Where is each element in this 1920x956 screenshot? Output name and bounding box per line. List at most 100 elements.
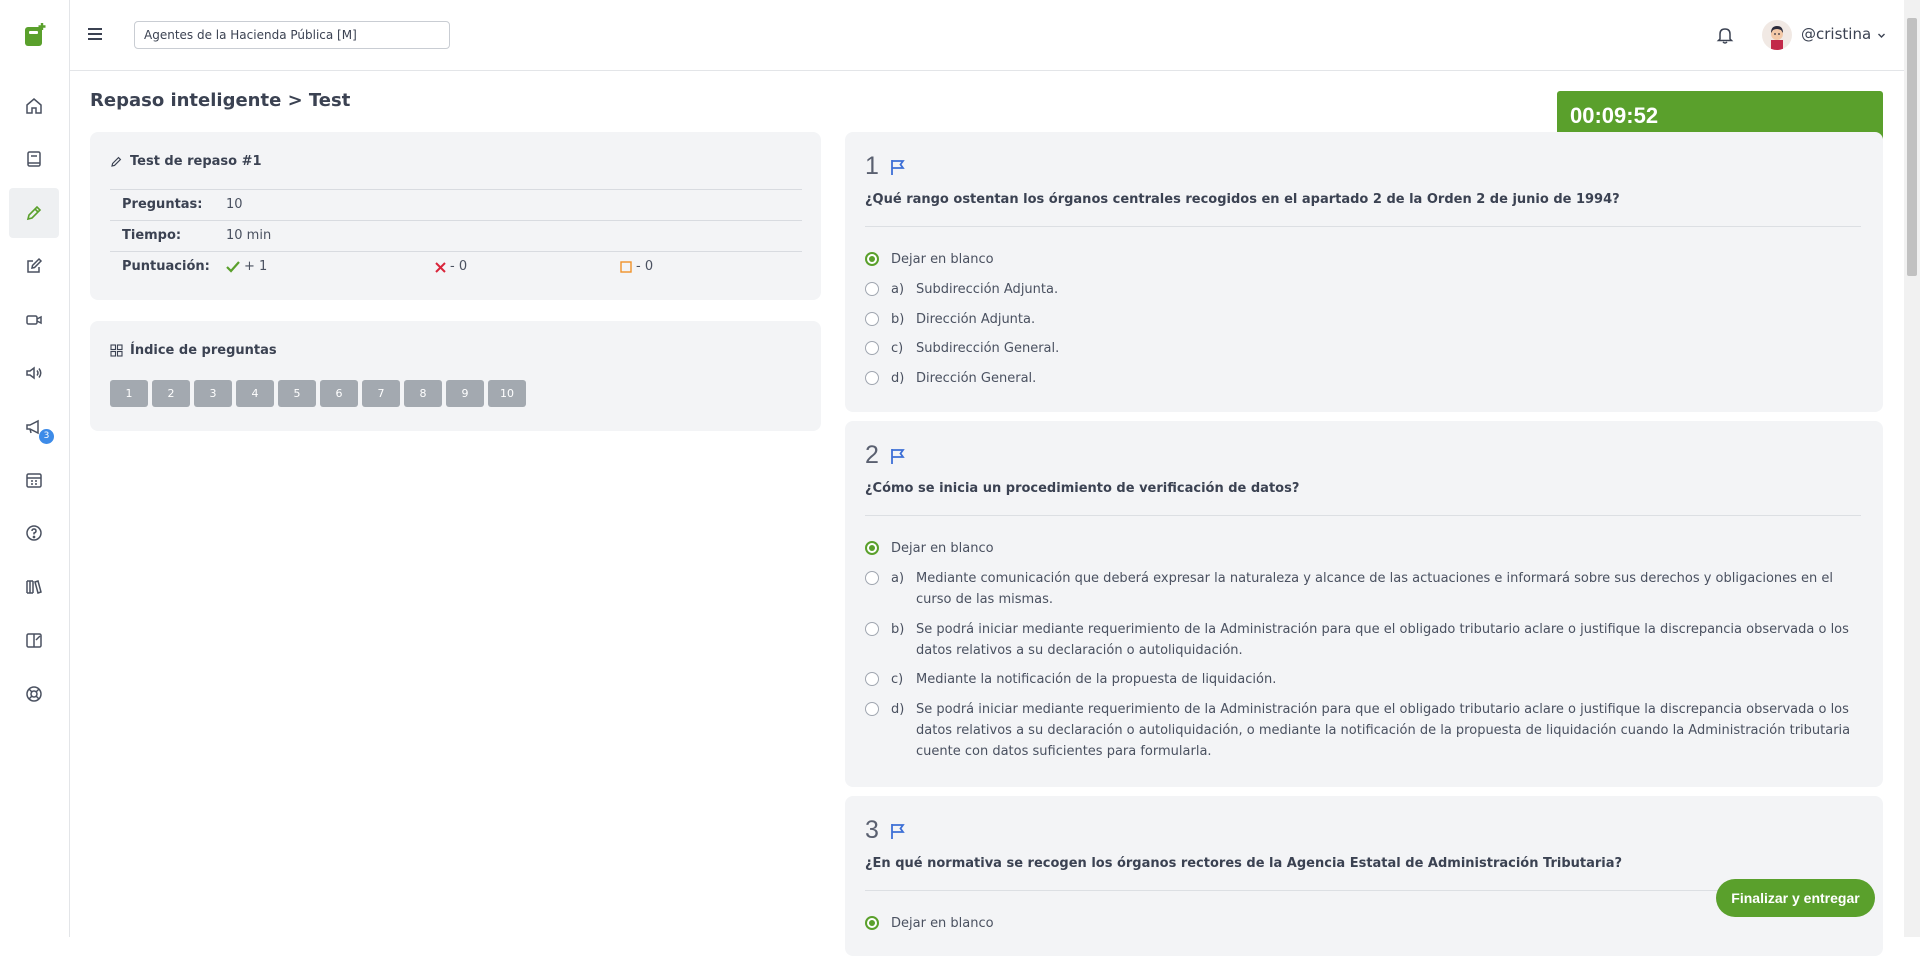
radio[interactable] xyxy=(865,571,879,585)
question-index-button[interactable]: 9 xyxy=(446,380,484,407)
sidebar-item-test[interactable] xyxy=(9,188,59,238)
question-index-button[interactable]: 5 xyxy=(278,380,316,407)
username[interactable]: @cristina xyxy=(1801,25,1871,43)
sidebar-item-materials[interactable] xyxy=(9,615,59,665)
time-value: 10 min xyxy=(226,228,272,243)
hamburger-menu-icon[interactable] xyxy=(84,23,106,45)
answer-option[interactable]: d) Dirección General. xyxy=(865,368,1860,389)
question-number-label: 2 xyxy=(865,441,879,469)
answer-option[interactable]: c) Subdirección General. xyxy=(865,338,1860,359)
answer-option-blank[interactable]: Dejar en blanco xyxy=(865,538,1860,559)
option-text: Dejar en blanco xyxy=(891,541,994,556)
option-letter: b) xyxy=(891,312,905,327)
answer-option[interactable]: a) Mediante comunicación que deberá expr… xyxy=(865,568,1860,610)
question-index-button[interactable]: 6 xyxy=(320,380,358,407)
flag-icon[interactable] xyxy=(889,447,907,465)
page-scrollbar[interactable] xyxy=(1904,0,1920,937)
questions-row: Preguntas: 10 xyxy=(110,189,802,220)
question-divider xyxy=(865,226,1861,227)
book-icon xyxy=(27,151,41,167)
page-title: Repaso inteligente > Test xyxy=(90,90,351,111)
score-blank-value: - 0 xyxy=(636,259,654,274)
option-letter: d) xyxy=(891,371,905,386)
radio[interactable] xyxy=(865,312,879,326)
radio-selected[interactable] xyxy=(865,252,879,266)
sidebar-item-home[interactable] xyxy=(9,81,59,131)
radio[interactable] xyxy=(865,341,879,355)
flag-icon[interactable] xyxy=(889,822,907,840)
chevron-down-icon[interactable] xyxy=(1877,31,1886,40)
radio[interactable] xyxy=(865,282,879,296)
sidebar-item-announcements[interactable]: 3 xyxy=(9,402,59,452)
option-text: Mediante comunicación que deberá expresa… xyxy=(916,571,1834,607)
score-correct: + 1 xyxy=(226,252,267,282)
answer-option[interactable]: b) Dirección Adjunta. xyxy=(865,309,1860,330)
home-icon xyxy=(26,98,42,114)
sidebar-item-help[interactable] xyxy=(9,508,59,558)
sidebar: 3 xyxy=(0,0,70,937)
audio-icon xyxy=(26,366,42,380)
notification-badge: 3 xyxy=(39,429,54,444)
option-text: Mediante la notificación de la propuesta… xyxy=(916,672,1277,687)
answer-option[interactable]: a) Subdirección Adjunta. xyxy=(865,279,1860,300)
sidebar-item-support[interactable] xyxy=(9,669,59,719)
question-divider xyxy=(865,890,1861,891)
bell-icon[interactable] xyxy=(1715,25,1735,45)
question-index-button[interactable]: 3 xyxy=(194,380,232,407)
radio-selected[interactable] xyxy=(865,541,879,555)
course-select[interactable]: Agentes de la Hacienda Pública [M] xyxy=(134,21,450,49)
sidebar-item-edit[interactable] xyxy=(9,241,59,291)
question-index-card: Índice de preguntas 1 2 3 4 5 6 7 8 9 10 xyxy=(90,321,821,431)
question-card-1: 1 ¿Qué rango ostentan los órganos centra… xyxy=(845,132,1883,412)
answer-option[interactable]: b) Se podrá iniciar mediante requerimien… xyxy=(865,619,1860,661)
question-index-button[interactable]: 1 xyxy=(110,380,148,407)
radio-selected[interactable] xyxy=(865,916,879,930)
empty-square-icon xyxy=(620,261,632,273)
radio[interactable] xyxy=(865,672,879,686)
cross-icon xyxy=(435,261,446,273)
avatar[interactable] xyxy=(1762,20,1792,50)
question-card-2: 2 ¿Cómo se inicia un procedimiento de ve… xyxy=(845,421,1883,787)
question-divider xyxy=(865,515,1861,516)
option-text: Dirección Adjunta. xyxy=(916,312,1036,327)
question-number: 3 xyxy=(865,816,907,845)
question-index-button[interactable]: 8 xyxy=(404,380,442,407)
question-index-button[interactable]: 2 xyxy=(152,380,190,407)
sidebar-item-audio[interactable] xyxy=(9,348,59,398)
questions-label: Preguntas: xyxy=(122,197,203,212)
question-index-button[interactable]: 4 xyxy=(236,380,274,407)
sidebar-item-calendar[interactable] xyxy=(9,455,59,505)
question-text: ¿En qué normativa se recogen los órganos… xyxy=(865,856,1623,871)
option-text: Dejar en blanco xyxy=(891,916,994,931)
question-card-3: 3 ¿En qué normativa se recogen los órgan… xyxy=(845,796,1883,956)
top-header: Agentes de la Hacienda Pública [M] @cris… xyxy=(70,0,1920,71)
sidebar-item-book[interactable] xyxy=(9,134,59,184)
answer-option[interactable]: c) Mediante la notificación de la propue… xyxy=(865,669,1860,690)
radio[interactable] xyxy=(865,622,879,636)
option-text: Dirección General. xyxy=(916,371,1037,386)
radio[interactable] xyxy=(865,371,879,385)
option-text: Se podrá iniciar mediante requerimiento … xyxy=(916,702,1851,759)
question-index-button[interactable]: 7 xyxy=(362,380,400,407)
scrollbar-thumb[interactable] xyxy=(1907,18,1917,276)
app-logo[interactable] xyxy=(22,22,48,48)
finish-submit-button[interactable]: Finalizar y entregar xyxy=(1716,879,1875,917)
sidebar-item-video[interactable] xyxy=(9,295,59,345)
answer-option[interactable]: d) Se podrá iniciar mediante requerimien… xyxy=(865,699,1860,762)
sidebar-item-library[interactable] xyxy=(9,562,59,612)
question-index-buttons: 1 2 3 4 5 6 7 8 9 10 xyxy=(110,380,526,407)
option-text: Dejar en blanco xyxy=(891,252,994,267)
questions-value: 10 xyxy=(226,197,243,212)
question-index-button[interactable]: 10 xyxy=(488,380,526,407)
radio[interactable] xyxy=(865,702,879,716)
answer-option-blank[interactable]: Dejar en blanco xyxy=(865,249,1860,270)
question-number: 2 xyxy=(865,441,907,470)
flag-icon[interactable] xyxy=(889,158,907,176)
question-number-label: 3 xyxy=(865,816,879,844)
score-wrong: - 0 xyxy=(435,252,467,282)
check-icon xyxy=(226,261,240,273)
time-label: Tiempo: xyxy=(122,228,182,243)
question-number-label: 1 xyxy=(865,152,879,180)
option-letter: b) xyxy=(891,622,905,637)
answer-option-blank[interactable]: Dejar en blanco xyxy=(865,913,1860,934)
